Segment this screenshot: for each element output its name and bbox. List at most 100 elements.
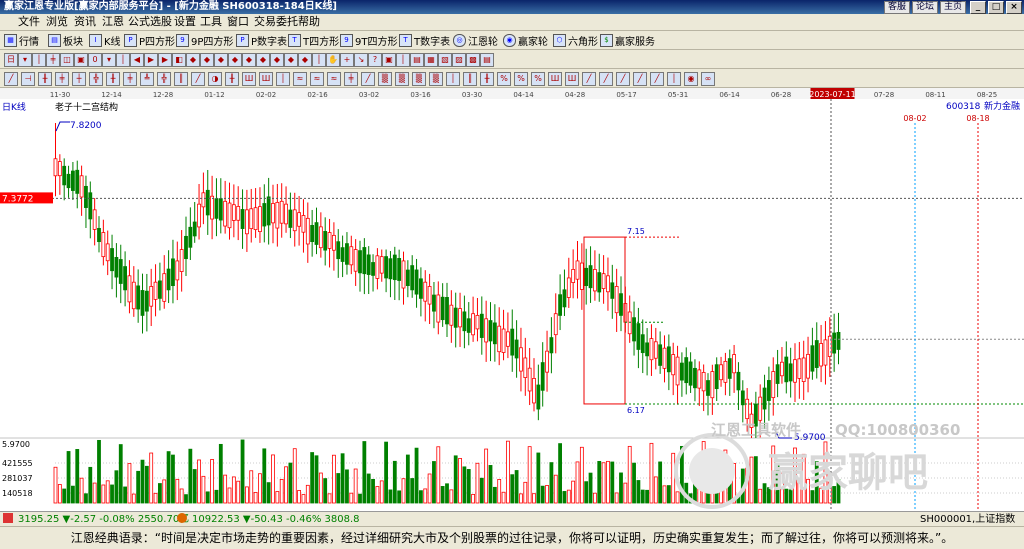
tool-21-icon[interactable]: ◆ (298, 53, 312, 67)
menu-news[interactable]: 资讯 (74, 15, 96, 29)
tool2-15-icon[interactable]: Ш (259, 72, 273, 86)
home-link[interactable]: 主页 (939, 1, 966, 14)
sh-index-ticker[interactable]: 3195.25 ▼-2.57 -0.08% 2550.70亿 (18, 512, 189, 527)
kline-chart[interactable]: 11-30 12-14 12-28 01-12 02-02 02-16 03-02 03-16… (0, 88, 1024, 511)
tool-28-icon[interactable]: │ (396, 53, 410, 67)
tool-29-icon[interactable]: ▤ (410, 53, 424, 67)
menu-formula-select[interactable]: 公式选股 (128, 15, 172, 29)
tool2-27-icon[interactable]: ║ (463, 72, 477, 86)
toolbar-t-number-button[interactable]: T T数字表 (399, 33, 450, 48)
tool2-29-icon[interactable]: % (497, 72, 511, 86)
tool-16-icon[interactable]: ◆ (228, 53, 242, 67)
tool2-35-icon[interactable]: ╱ (599, 72, 613, 86)
tool-26-icon[interactable]: ? (368, 53, 382, 67)
tool-5-icon[interactable]: ▣ (74, 53, 88, 67)
tool2-17-icon[interactable]: ≈ (293, 72, 307, 86)
tool-32-icon[interactable]: ▨ (452, 53, 466, 67)
toolbar-winner-wheel-button[interactable]: ◉ 赢家轮 (503, 33, 548, 48)
tool-30-icon[interactable]: ▦ (424, 53, 438, 67)
tool2-8-icon[interactable]: ╩ (140, 72, 154, 86)
tool2-16-icon[interactable]: │ (276, 72, 290, 86)
tool-8-icon[interactable]: │ (116, 53, 130, 67)
tool2-19-icon[interactable]: ≈ (327, 72, 341, 86)
tool2-14-icon[interactable]: Ш (242, 72, 256, 86)
tool2-25-icon[interactable]: ▒ (429, 72, 443, 86)
tool2-9-icon[interactable]: ╬ (157, 72, 171, 86)
tool-3-icon[interactable]: ╪ (46, 53, 60, 67)
menu-settings[interactable]: 设置 (174, 15, 196, 29)
tool2-1-icon[interactable]: ⊣ (21, 72, 35, 86)
tool2-41-icon[interactable]: ∞ (701, 72, 715, 86)
tool2-33-icon[interactable]: Ш (565, 72, 579, 86)
tool-13-icon[interactable]: ◆ (186, 53, 200, 67)
tool2-37-icon[interactable]: ╱ (633, 72, 647, 86)
menu-trade[interactable]: 交易委托 (254, 15, 298, 29)
tool2-18-icon[interactable]: ≈ (310, 72, 324, 86)
tool2-23-icon[interactable]: ▒ (395, 72, 409, 86)
tool-33-icon[interactable]: ▩ (466, 53, 480, 67)
tool-22-icon[interactable]: │ (312, 53, 326, 67)
tool-11-icon[interactable]: ▶ (158, 53, 172, 67)
sz-index-ticker[interactable]: 10922.53 ▼-50.43 -0.46% 3808.8 (192, 512, 360, 527)
tool2-5-icon[interactable]: ╬ (89, 72, 103, 86)
tool-25-icon[interactable]: ↘ (354, 53, 368, 67)
menu-window[interactable]: 窗口 (227, 15, 249, 29)
tool2-0-icon[interactable]: ╱ (4, 72, 18, 86)
tool2-4-icon[interactable]: ┼ (72, 72, 86, 86)
forum-link[interactable]: 论坛 (911, 1, 938, 14)
toolbar-service-button[interactable]: $ 赢家服务 (600, 33, 655, 48)
tool-20-icon[interactable]: ◆ (284, 53, 298, 67)
tool-27-icon[interactable]: ▣ (382, 53, 396, 67)
tool-14-icon[interactable]: ◆ (200, 53, 214, 67)
tool2-6-icon[interactable]: ╫ (106, 72, 120, 86)
toolbar-sector-button[interactable]: ▤ 板块 (48, 33, 83, 48)
tool2-26-icon[interactable]: │ (446, 72, 460, 86)
tool-17-icon[interactable]: ◆ (242, 53, 256, 67)
close-button[interactable]: × (1006, 1, 1022, 14)
menu-browse[interactable]: 浏览 (46, 15, 68, 29)
tool-9-icon[interactable]: ◀ (130, 53, 144, 67)
toolbar-p-number-button[interactable]: P P数字表 (236, 33, 287, 48)
tool-34-icon[interactable]: ▤ (480, 53, 494, 67)
maximize-button[interactable]: □ (988, 1, 1004, 14)
tool-23-icon[interactable]: ✋ (326, 53, 340, 67)
menu-gann[interactable]: 江恩 (102, 15, 124, 29)
tool2-22-icon[interactable]: ▒ (378, 72, 392, 86)
tool-19-icon[interactable]: ◆ (270, 53, 284, 67)
tool2-20-icon[interactable]: ╪ (344, 72, 358, 86)
tool2-7-icon[interactable]: ╪ (123, 72, 137, 86)
tool2-39-icon[interactable]: │ (667, 72, 681, 86)
menu-tools[interactable]: 工具 (200, 15, 222, 29)
tool2-12-icon[interactable]: ◑ (208, 72, 222, 86)
tool-6-icon[interactable]: 0 (88, 53, 102, 67)
toolbar-t-square-button[interactable]: T T四方形 (288, 33, 339, 48)
tool2-31-icon[interactable]: % (531, 72, 545, 86)
tool2-2-icon[interactable]: ╫ (38, 72, 52, 86)
toolbar-quotes-button[interactable]: ▦ 行情 (4, 33, 39, 48)
tool-7-icon[interactable]: ▾ (102, 53, 116, 67)
tool-15-icon[interactable]: ◆ (214, 53, 228, 67)
tool2-3-icon[interactable]: ╪ (55, 72, 69, 86)
menu-file[interactable]: 文件 (18, 15, 40, 29)
tool2-24-icon[interactable]: ▒ (412, 72, 426, 86)
toolbar-9t-square-button[interactable]: 9 9T四方形 (340, 33, 397, 48)
tool2-21-icon[interactable]: ╱ (361, 72, 375, 86)
tool2-30-icon[interactable]: % (514, 72, 528, 86)
tool-24-icon[interactable]: + (340, 53, 354, 67)
menu-help[interactable]: 帮助 (298, 15, 320, 29)
tool2-34-icon[interactable]: ╱ (582, 72, 596, 86)
tool2-28-icon[interactable]: ╫ (480, 72, 494, 86)
tool-18-icon[interactable]: ◆ (256, 53, 270, 67)
tool-2-icon[interactable]: │ (32, 53, 46, 67)
tool2-11-icon[interactable]: ╱ (191, 72, 205, 86)
toolbar-kline-button[interactable]: Ⅰ K线 (89, 33, 121, 48)
minimize-button[interactable]: _ (970, 1, 986, 14)
tool2-40-icon[interactable]: ◉ (684, 72, 698, 86)
tool2-32-icon[interactable]: Ш (548, 72, 562, 86)
service-link[interactable]: 客服 (883, 1, 910, 14)
tool-31-icon[interactable]: ▧ (438, 53, 452, 67)
toolbar-9p-square-button[interactable]: 9 9P四方形 (176, 33, 233, 48)
current-index-label[interactable]: SH000001,上证指数 (920, 512, 1015, 527)
tool-4-icon[interactable]: ◫ (60, 53, 74, 67)
tool2-10-icon[interactable]: ║ (174, 72, 188, 86)
